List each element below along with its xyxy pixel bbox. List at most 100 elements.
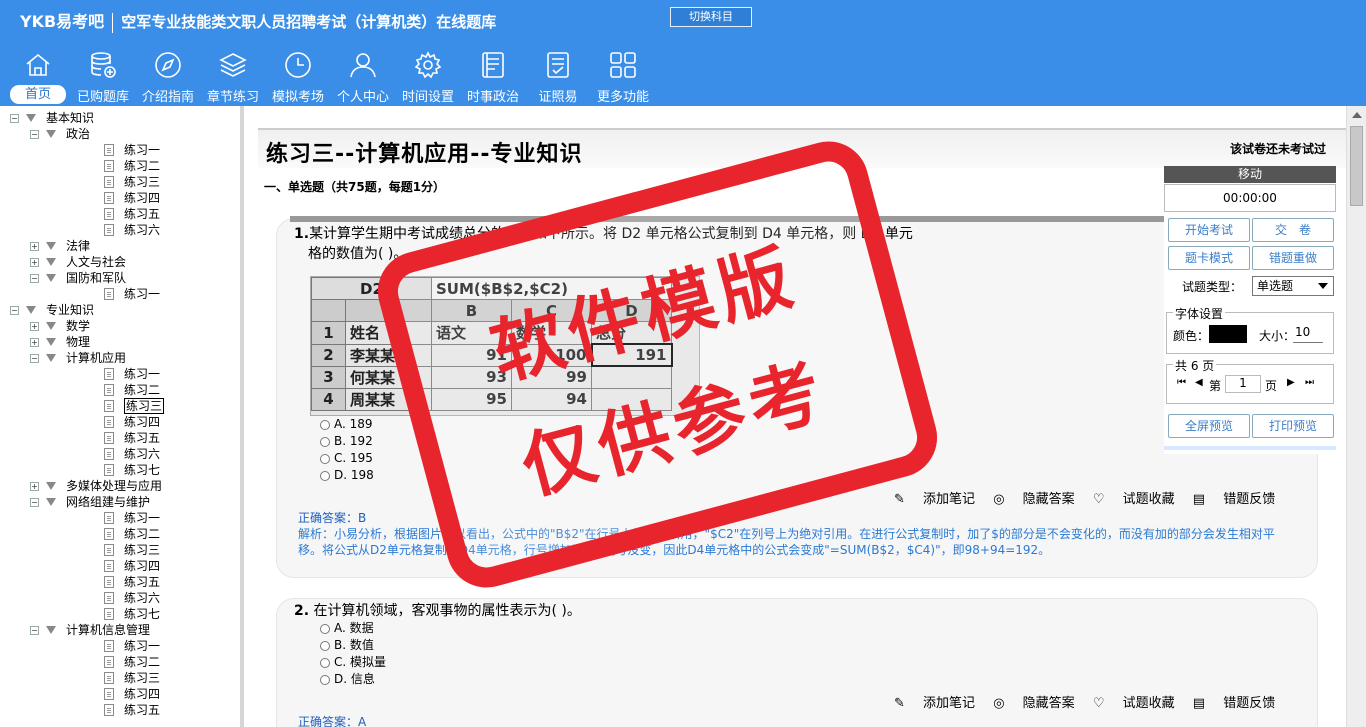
radio-button[interactable]: [320, 436, 330, 447]
tree-item-exercise[interactable]: 练习二: [0, 382, 236, 398]
collapse-icon[interactable]: −: [30, 354, 39, 363]
scroll-thumb[interactable]: [1350, 126, 1363, 206]
tree-item-exercise[interactable]: 练习三: [0, 670, 236, 686]
tree-item-category[interactable]: − 专业知识: [0, 302, 236, 318]
q1-option-c[interactable]: C. 195: [320, 450, 373, 467]
fullscreen-preview-button[interactable]: 全屏预览: [1168, 414, 1250, 438]
tree-item-category[interactable]: − 计算机信息管理: [0, 622, 236, 638]
tree-item-exercise[interactable]: 练习五: [0, 574, 236, 590]
tree-item-exercise[interactable]: 练习三: [0, 542, 236, 558]
tree-item-category[interactable]: + 人文与社会: [0, 254, 236, 270]
submit-exam-button[interactable]: 交 卷: [1252, 218, 1334, 242]
q2-option-b[interactable]: B. 数值: [320, 637, 374, 654]
nav-mock-exam[interactable]: 模拟考场: [267, 46, 329, 106]
tree-item-exercise[interactable]: 练习五: [0, 430, 236, 446]
nav-current-affairs[interactable]: 时事政治: [462, 46, 524, 106]
tree-item-exercise[interactable]: 练习四: [0, 414, 236, 430]
report-error-button[interactable]: ▤ 错题反馈: [1193, 492, 1275, 507]
page-number-input[interactable]: 1: [1225, 375, 1261, 393]
tree-item-exercise[interactable]: 练习二: [0, 654, 236, 670]
tree-item-exercise[interactable]: 练习四: [0, 558, 236, 574]
tree-item-exercise[interactable]: 练习四: [0, 686, 236, 702]
q2-option-a[interactable]: A. 数据: [320, 620, 374, 637]
radio-button[interactable]: [320, 657, 330, 668]
tree-item-exercise[interactable]: 练习一: [0, 638, 236, 654]
last-page-icon[interactable]: ⏭: [1305, 377, 1314, 388]
tree-item-exercise[interactable]: 练习二: [0, 526, 236, 542]
radio-button[interactable]: [320, 640, 330, 651]
tree-item-exercise[interactable]: 练习七: [0, 462, 236, 478]
radio-button[interactable]: [320, 419, 330, 430]
tree-item-exercise[interactable]: 练习四: [0, 190, 236, 206]
tree-item-exercise[interactable]: 练习二: [0, 158, 236, 174]
panel-drag-handle[interactable]: 移动: [1164, 166, 1336, 183]
tree-item-exercise[interactable]: 练习三: [0, 398, 236, 414]
collapse-icon[interactable]: −: [30, 130, 39, 139]
switch-subject-button[interactable]: 切换科目: [670, 7, 752, 27]
tree-item-category[interactable]: − 基本知识: [0, 110, 236, 126]
tree-item-category[interactable]: + 数学: [0, 318, 236, 334]
collapse-icon[interactable]: −: [30, 274, 39, 283]
page-scrollbar[interactable]: [1346, 106, 1366, 727]
expand-icon[interactable]: +: [30, 258, 39, 267]
nav-certificate[interactable]: 证照易: [527, 46, 589, 106]
tree-item-exercise[interactable]: 练习一: [0, 142, 236, 158]
radio-button[interactable]: [320, 674, 330, 685]
nav-chapter-practice[interactable]: 章节练习: [202, 46, 264, 106]
tree-item-exercise[interactable]: 练习五: [0, 702, 236, 718]
tree-item-exercise[interactable]: 练习五: [0, 206, 236, 222]
expand-icon[interactable]: +: [30, 338, 39, 347]
collapse-icon[interactable]: −: [30, 498, 39, 507]
q2-option-c[interactable]: C. 模拟量: [320, 654, 386, 671]
font-size-input[interactable]: 10: [1293, 325, 1323, 343]
tree-item-exercise[interactable]: 练习一: [0, 366, 236, 382]
q1-option-a[interactable]: A. 189: [320, 416, 373, 433]
tree-item-exercise[interactable]: 练习一: [0, 286, 236, 302]
tree-item-exercise[interactable]: 练习七: [0, 606, 236, 622]
collapse-icon[interactable]: −: [10, 114, 19, 123]
tree-item-category[interactable]: − 政治: [0, 126, 236, 142]
tree-item-category[interactable]: + 物理: [0, 334, 236, 350]
tree-item-category[interactable]: − 国防和军队: [0, 270, 236, 286]
tree-item-category[interactable]: − 计算机应用: [0, 350, 236, 366]
q2-option-d[interactable]: D. 信息: [320, 671, 375, 688]
nav-home[interactable]: 首页: [8, 46, 68, 106]
tree-item-exercise[interactable]: 练习六: [0, 590, 236, 606]
scroll-up-arrow[interactable]: [1352, 112, 1362, 118]
next-page-icon[interactable]: ▶: [1287, 377, 1295, 388]
color-swatch[interactable]: [1209, 325, 1247, 343]
collapse-icon[interactable]: −: [30, 626, 39, 635]
q1-option-b[interactable]: B. 192: [320, 433, 373, 450]
radio-button[interactable]: [320, 453, 330, 464]
favorite-button[interactable]: ♡ 试题收藏: [1093, 696, 1175, 711]
add-note-button[interactable]: ✎ 添加笔记: [894, 696, 975, 711]
prev-page-icon[interactable]: ◀: [1195, 377, 1203, 388]
expand-icon[interactable]: +: [30, 482, 39, 491]
question-type-select[interactable]: 单选题: [1252, 276, 1334, 296]
tree-item-exercise[interactable]: 练习六: [0, 446, 236, 462]
card-mode-button[interactable]: 题卡模式: [1168, 246, 1250, 270]
expand-icon[interactable]: +: [30, 322, 39, 331]
tree-item-category[interactable]: + 多媒体处理与应用: [0, 478, 236, 494]
start-exam-button[interactable]: 开始考试: [1168, 218, 1250, 242]
nav-time-settings[interactable]: 时间设置: [397, 46, 459, 106]
nav-purchased[interactable]: 已购题库: [72, 46, 134, 106]
tree-item-exercise[interactable]: 练习六: [0, 222, 236, 238]
report-error-button[interactable]: ▤ 错题反馈: [1193, 696, 1275, 711]
q1-option-d[interactable]: D. 198: [320, 467, 374, 484]
tree-item-category[interactable]: − 网络组建与维护: [0, 494, 236, 510]
first-page-icon[interactable]: ⏮: [1177, 377, 1186, 388]
tree-item-exercise[interactable]: 练习一: [0, 510, 236, 526]
tree-item-exercise[interactable]: 练习三: [0, 174, 236, 190]
add-note-button[interactable]: ✎ 添加笔记: [894, 492, 975, 507]
radio-button[interactable]: [320, 623, 330, 634]
hide-answer-button[interactable]: ◎ 隐藏答案: [993, 492, 1075, 507]
favorite-button[interactable]: ♡ 试题收藏: [1093, 492, 1175, 507]
redo-wrong-button[interactable]: 错题重做: [1252, 246, 1334, 270]
nav-more[interactable]: 更多功能: [592, 46, 654, 106]
nav-guide[interactable]: 介绍指南: [137, 46, 199, 106]
collapse-icon[interactable]: −: [10, 306, 19, 315]
print-preview-button[interactable]: 打印预览: [1252, 414, 1334, 438]
nav-profile[interactable]: 个人中心: [332, 46, 394, 106]
hide-answer-button[interactable]: ◎ 隐藏答案: [993, 696, 1075, 711]
